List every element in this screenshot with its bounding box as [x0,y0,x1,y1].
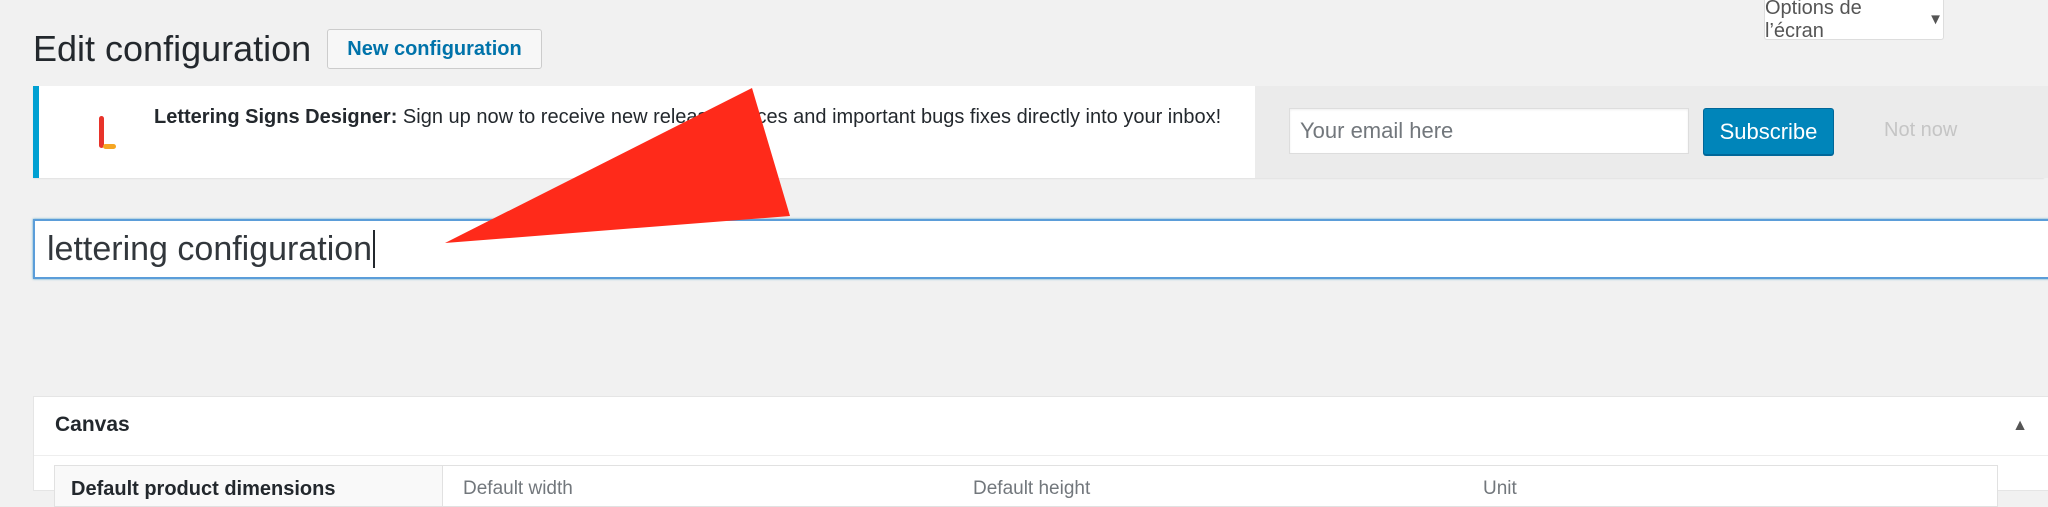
configuration-title-input[interactable]: lettering configuration [33,219,2048,279]
text-caret [373,230,376,268]
column-default-height: Default height [973,478,1091,499]
canvas-panel: Canvas ▲ Default product dimensions Defa… [33,396,2048,507]
dimensions-table: Default product dimensions Default width… [54,465,1998,507]
triangle-down-icon: ▼ [1928,11,1943,28]
not-now-link[interactable]: Not now [1884,119,1957,142]
dimensions-row-label: Default product dimensions [55,466,443,506]
canvas-panel-header[interactable]: Canvas ▲ [34,397,2048,456]
title-input-value: lettering configuration [47,229,373,268]
column-unit: Unit [1483,478,1517,499]
notice-body: Sign up now to receive new release notic… [397,106,1222,128]
subscribe-notice: Lettering Signs Designer: Sign up now to… [33,86,2048,178]
column-default-width: Default width [463,478,573,499]
canvas-panel-title: Canvas [55,413,130,436]
lettering-logo-icon [99,116,116,149]
notice-product-name: Lettering Signs Designer: [154,106,398,128]
triangle-up-icon[interactable]: ▲ [2012,417,2028,435]
subscribe-form: Subscribe Not now [1255,86,2048,178]
screen-options-label: Options de l’écran [1765,0,1862,42]
screen-options-button[interactable]: Options de l’écran ▼ [1764,0,1944,42]
new-configuration-button[interactable]: New configuration [327,29,542,69]
subscribe-button[interactable]: Subscribe [1703,108,1834,155]
page-title: Edit configuration [33,28,312,69]
email-input[interactable] [1289,108,1689,154]
notice-message: Lettering Signs Designer: Sign up now to… [154,102,1234,133]
